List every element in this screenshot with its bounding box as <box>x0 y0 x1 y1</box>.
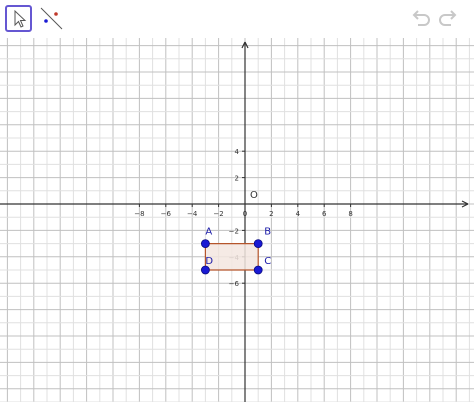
x-tick-label: −4 <box>187 210 198 218</box>
x-tick-label: 8 <box>348 210 352 218</box>
point-label-a: A <box>205 227 212 238</box>
y-tick-label: 4 <box>235 148 240 156</box>
y-tick-label: −6 <box>229 280 240 288</box>
x-tick-label: 0 <box>243 210 247 218</box>
redo-icon[interactable] <box>437 9 459 29</box>
point-c[interactable] <box>253 265 263 275</box>
point-a[interactable] <box>200 239 210 249</box>
x-tick-label: 4 <box>296 210 301 218</box>
origin-label: O <box>250 190 258 201</box>
x-tick-label: −2 <box>213 210 223 218</box>
point-d[interactable] <box>200 265 210 275</box>
cursor-arrow-icon <box>14 9 27 28</box>
y-tick-label: −2 <box>229 227 239 235</box>
y-tick-label: 2 <box>235 175 239 183</box>
point-label-d: D <box>205 256 213 267</box>
undo-icon[interactable] <box>410 9 432 29</box>
toolbar <box>0 0 474 36</box>
axes: −8−6−4−20246842−2−4−6O <box>0 41 469 402</box>
x-tick-label: −8 <box>134 210 144 218</box>
point-label-b: B <box>264 227 271 238</box>
x-tick-label: 2 <box>269 210 273 218</box>
polygon-abcd[interactable] <box>204 243 259 271</box>
x-tick-label: 6 <box>322 210 327 218</box>
point-b[interactable] <box>253 239 263 249</box>
graphics-view[interactable]: −8−6−4−20246842−2−4−6O ABCD <box>0 38 474 402</box>
x-tick-label: −6 <box>161 210 172 218</box>
point-label-c: C <box>264 256 271 267</box>
coordinate-plane[interactable]: −8−6−4−20246842−2−4−6O ABCD <box>0 38 474 402</box>
grid <box>0 38 474 402</box>
polygon-layer <box>204 243 259 271</box>
move-tool-button[interactable] <box>5 5 32 32</box>
point-on-object-tool-button[interactable] <box>38 5 65 32</box>
point-line-icon <box>40 7 63 30</box>
